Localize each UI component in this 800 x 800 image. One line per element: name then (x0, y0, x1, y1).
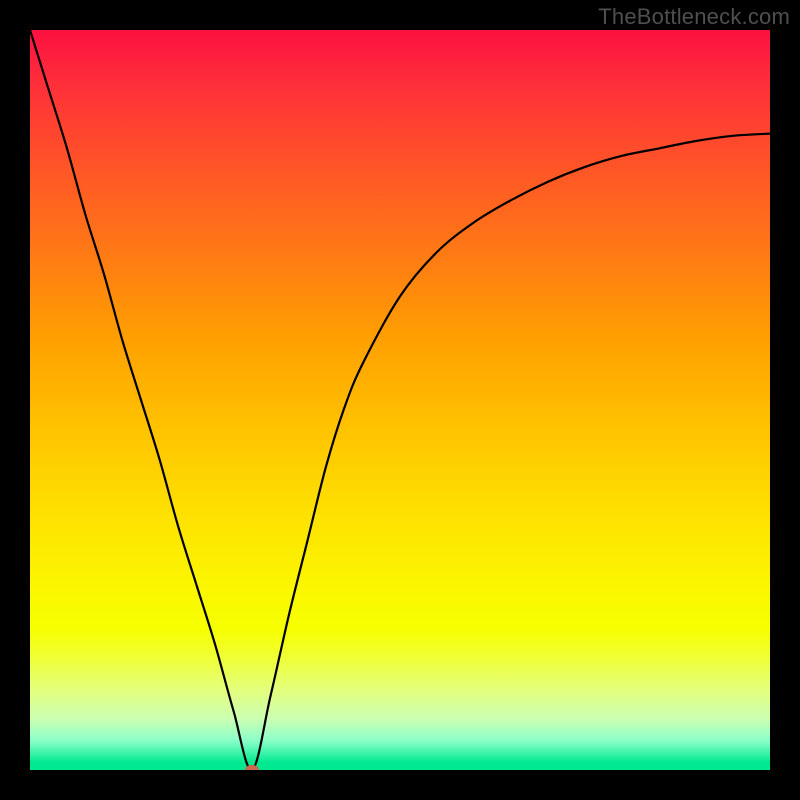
chart-frame: TheBottleneck.com (0, 0, 800, 800)
watermark-text: TheBottleneck.com (598, 4, 790, 30)
bottleneck-curve (30, 30, 770, 770)
curve-svg (30, 30, 770, 770)
plot-area (30, 30, 770, 770)
optimum-marker (245, 765, 259, 770)
